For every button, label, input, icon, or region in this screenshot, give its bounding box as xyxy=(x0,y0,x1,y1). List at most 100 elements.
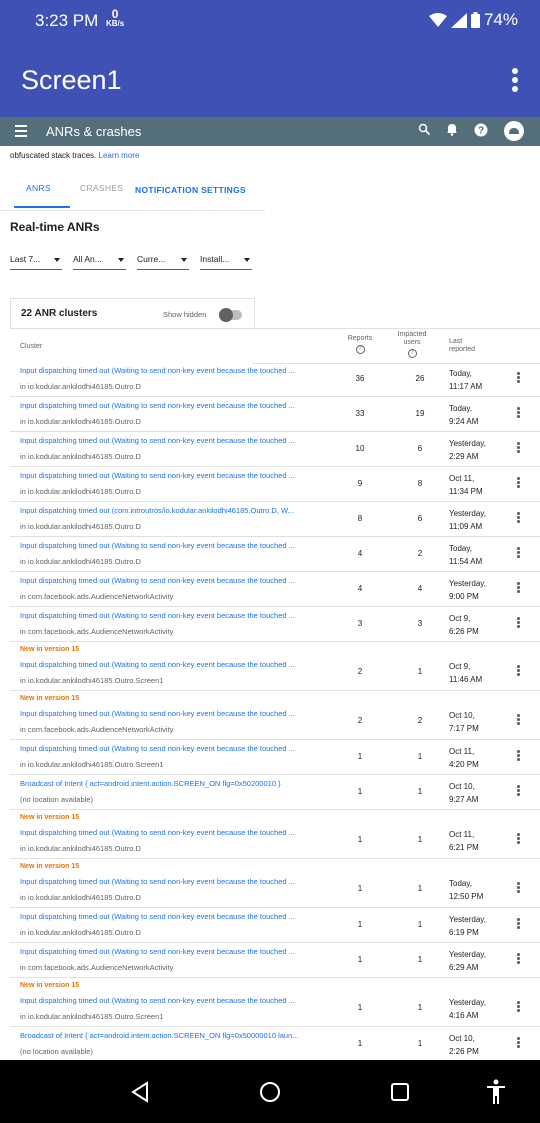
impacted-users-count: 1 xyxy=(417,667,423,676)
row-menu-icon[interactable] xyxy=(517,882,520,894)
last-reported-day: Oct 10, xyxy=(449,711,475,720)
column-last-reported[interactable]: Last reported xyxy=(449,338,483,354)
cluster-title[interactable]: Broadcast of Intent { act=android.intent… xyxy=(20,779,330,788)
row-menu-icon[interactable] xyxy=(517,665,520,677)
menu-icon[interactable] xyxy=(15,125,27,140)
filter-anr-type[interactable]: All An... xyxy=(73,254,126,270)
column-impacted-users[interactable]: Impacted users ? xyxy=(394,331,430,358)
filter-version[interactable]: Curre... xyxy=(137,254,189,270)
cluster-location: in io.kodular.ankilodhi46185.Outro.D xyxy=(20,928,141,937)
search-icon[interactable] xyxy=(418,123,431,136)
tab-notification-settings[interactable]: NOTIFICATION SETTINGS xyxy=(135,185,246,195)
cluster-title[interactable]: Input dispatching timed out (Waiting to … xyxy=(20,660,330,669)
filter-install-source[interactable]: Install... xyxy=(200,254,252,270)
active-tab-indicator xyxy=(14,206,70,208)
table-row[interactable]: Input dispatching timed out (Waiting to … xyxy=(10,740,540,775)
row-menu-icon[interactable] xyxy=(517,1001,520,1013)
row-menu-icon[interactable] xyxy=(517,617,520,629)
row-menu-icon[interactable] xyxy=(517,407,520,419)
help-icon[interactable]: ? xyxy=(474,123,488,137)
reports-count: 1 xyxy=(357,835,363,844)
cluster-title[interactable]: Input dispatching timed out (Waiting to … xyxy=(20,912,330,921)
toggle-knob xyxy=(219,308,233,322)
table-row[interactable]: Input dispatching timed out (Waiting to … xyxy=(10,908,540,943)
impacted-users-count: 2 xyxy=(417,549,423,558)
home-icon[interactable] xyxy=(259,1081,281,1103)
cluster-title[interactable]: Input dispatching timed out (Waiting to … xyxy=(20,611,330,620)
section-title: Real-time ANRs xyxy=(10,220,100,234)
table-row[interactable]: Input dispatching timed out (com.introut… xyxy=(10,502,540,537)
last-reported-day: Oct 9, xyxy=(449,662,471,671)
cluster-title[interactable]: Input dispatching timed out (Waiting to … xyxy=(20,471,330,480)
cluster-title[interactable]: Input dispatching timed out (Waiting to … xyxy=(20,576,330,585)
show-hidden-toggle[interactable] xyxy=(219,308,242,322)
table-row[interactable]: Broadcast of Intent { act=android.intent… xyxy=(10,1027,540,1060)
learn-more-link[interactable]: Learn more xyxy=(99,151,140,160)
row-menu-icon[interactable] xyxy=(517,372,520,384)
table-row[interactable]: Input dispatching timed out (Waiting to … xyxy=(10,397,540,432)
last-reported: Yesterday, 6:29 AM xyxy=(449,948,486,974)
row-menu-icon[interactable] xyxy=(517,785,520,797)
column-reports[interactable]: Reports ? xyxy=(343,335,377,354)
tab-anrs[interactable]: ANRS xyxy=(14,183,70,208)
account-avatar[interactable] xyxy=(504,121,524,141)
cluster-title[interactable]: Input dispatching timed out (Waiting to … xyxy=(20,947,330,956)
table-row[interactable]: Input dispatching timed out (Waiting to … xyxy=(10,572,540,607)
table-row[interactable]: Broadcast of Intent { act=android.intent… xyxy=(10,775,540,810)
notifications-icon[interactable] xyxy=(446,123,458,136)
impacted-users-count: 1 xyxy=(417,955,423,964)
cluster-title[interactable]: Input dispatching timed out (Waiting to … xyxy=(20,877,330,886)
impacted-users-count: 1 xyxy=(417,1003,423,1012)
cluster-title[interactable]: Input dispatching timed out (Waiting to … xyxy=(20,541,330,550)
row-menu-icon[interactable] xyxy=(517,833,520,845)
help-icon[interactable]: ? xyxy=(407,349,417,358)
console-title: ANRs & crashes xyxy=(46,124,142,139)
row-menu-icon[interactable] xyxy=(517,918,520,930)
table-row[interactable]: Input dispatching timed out (Waiting to … xyxy=(10,537,540,572)
cluster-title[interactable]: Input dispatching timed out (Waiting to … xyxy=(20,709,330,718)
filter-date-range[interactable]: Last 7... xyxy=(10,254,62,270)
table-row[interactable]: Input dispatching timed out (Waiting to … xyxy=(10,432,540,467)
row-menu-icon[interactable] xyxy=(517,750,520,762)
cluster-title[interactable]: Input dispatching timed out (Waiting to … xyxy=(20,744,330,753)
new-version-badge: New in version 15 xyxy=(20,695,80,702)
cluster-title[interactable]: Input dispatching timed out (Waiting to … xyxy=(20,401,330,410)
table-row[interactable]: New in version 15 Input dispatching timed… xyxy=(10,810,540,859)
accessibility-icon[interactable] xyxy=(486,1079,506,1105)
table-row[interactable]: New in version 15 Input dispatching timed… xyxy=(10,642,540,691)
row-menu-icon[interactable] xyxy=(517,442,520,454)
row-menu-icon[interactable] xyxy=(517,714,520,726)
table-row[interactable]: Input dispatching timed out (Waiting to … xyxy=(10,362,540,397)
table-row[interactable]: New in version 15 Input dispatching timed… xyxy=(10,978,540,1027)
cluster-title[interactable]: Input dispatching timed out (Waiting to … xyxy=(20,436,330,445)
back-icon[interactable] xyxy=(130,1081,150,1103)
table-row[interactable]: Input dispatching timed out (Waiting to … xyxy=(10,467,540,502)
help-icon[interactable]: ? xyxy=(355,345,365,354)
last-reported-time: 6:21 PM xyxy=(449,843,479,852)
table-row[interactable]: New in version 15 Input dispatching timed… xyxy=(10,691,540,740)
row-menu-icon[interactable] xyxy=(517,1037,520,1049)
row-menu-icon[interactable] xyxy=(517,477,520,489)
table-row[interactable]: New in version 15 Input dispatching timed… xyxy=(10,859,540,908)
last-reported-day: Yesterday, xyxy=(449,439,486,448)
table-row[interactable]: Input dispatching timed out (Waiting to … xyxy=(10,943,540,978)
cluster-title[interactable]: Input dispatching timed out (Waiting to … xyxy=(20,366,330,375)
recents-icon[interactable] xyxy=(390,1082,410,1102)
cluster-title[interactable]: Broadcast of Intent { act=android.intent… xyxy=(20,1031,330,1040)
cluster-title[interactable]: Input dispatching timed out (Waiting to … xyxy=(20,996,330,1005)
last-reported-day: Yesterday, xyxy=(449,950,486,959)
more-options-icon[interactable] xyxy=(512,68,518,95)
column-cluster: Cluster xyxy=(20,343,43,350)
cluster-title[interactable]: Input dispatching timed out (com.introut… xyxy=(20,506,330,515)
row-menu-icon[interactable] xyxy=(517,582,520,594)
row-menu-icon[interactable] xyxy=(517,512,520,524)
cluster-title[interactable]: Input dispatching timed out (Waiting to … xyxy=(20,828,330,837)
last-reported: Yesterday, 4:16 AM xyxy=(449,996,486,1022)
cluster-location: in io.kodular.ankilodhi46185.Outro.Scree… xyxy=(20,1012,164,1021)
table-row[interactable]: Input dispatching timed out (Waiting to … xyxy=(10,607,540,642)
app-bar: Screen1 xyxy=(0,43,540,117)
row-menu-icon[interactable] xyxy=(517,547,520,559)
tab-crashes[interactable]: CRASHES xyxy=(80,183,123,193)
row-menu-icon[interactable] xyxy=(517,953,520,965)
last-reported-time: 11:17 AM xyxy=(449,382,483,391)
